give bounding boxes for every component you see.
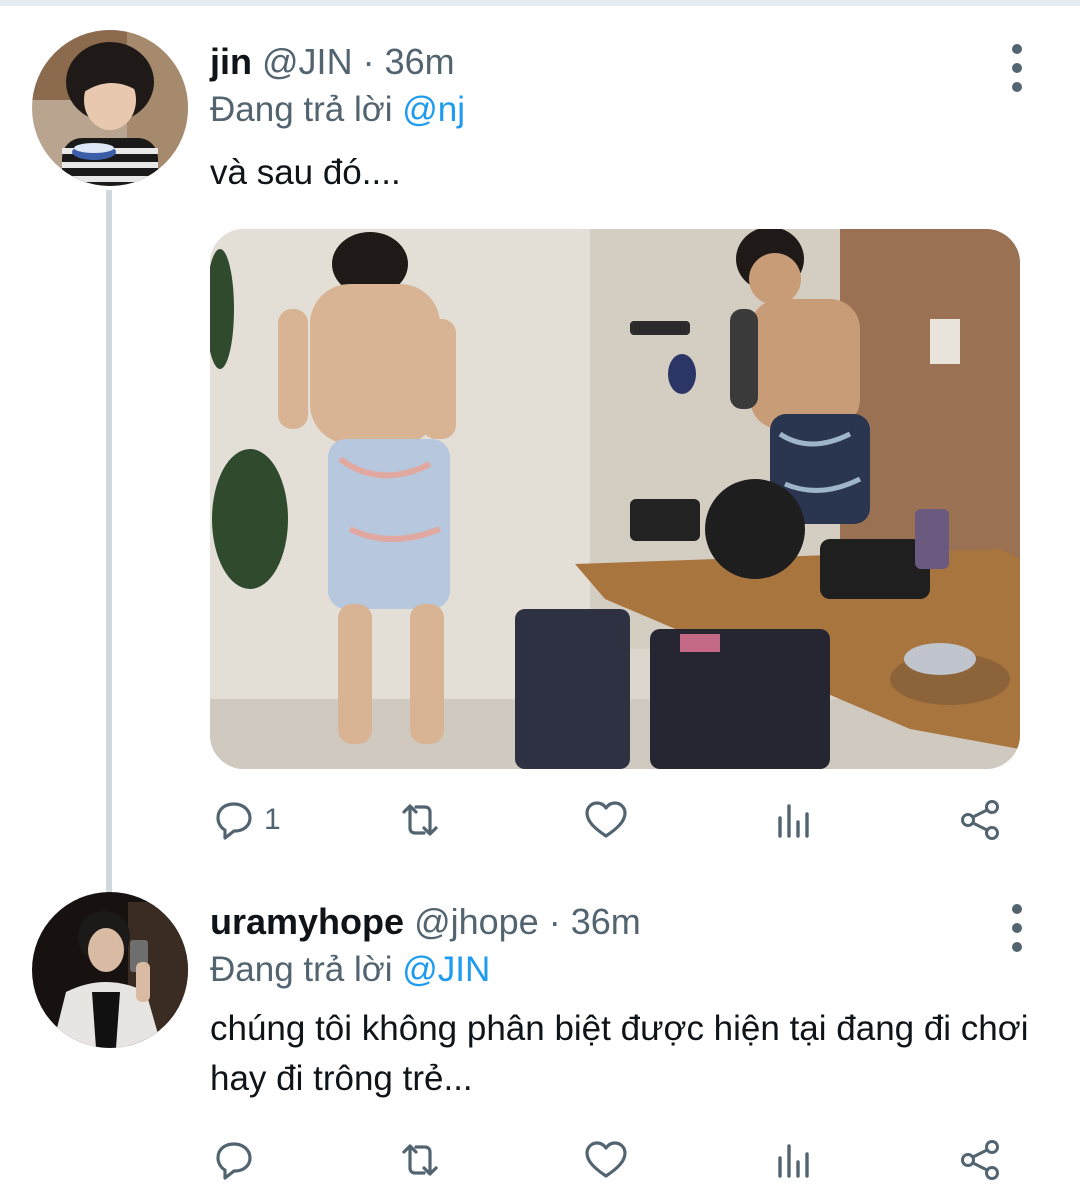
display-name[interactable]: uramyhope (210, 901, 404, 942)
timestamp[interactable]: 36m (385, 41, 455, 82)
tweet-text: và sau đó.... (210, 153, 401, 192)
heart-icon (585, 801, 627, 838)
user-handle[interactable]: @jhope (414, 901, 539, 942)
replying-prefix: Đang trả lời (210, 90, 393, 129)
replying-to: Đang trả lời @nj (210, 90, 465, 130)
timestamp[interactable]: 36m (571, 901, 641, 942)
mention-link[interactable]: @nj (402, 90, 465, 129)
tweet-media-photo[interactable] (210, 229, 1020, 769)
retweet-icon (402, 1144, 438, 1176)
analytics-icon (778, 804, 809, 838)
reply-icon (216, 1142, 252, 1180)
like-button[interactable] (582, 795, 636, 845)
mention-link[interactable]: @JIN (402, 950, 490, 989)
avatar[interactable] (32, 892, 188, 1048)
media-image (210, 229, 1020, 769)
top-divider (0, 0, 1080, 6)
thread-line (106, 190, 112, 910)
display-name[interactable]: jin (210, 41, 252, 82)
analytics-button[interactable] (770, 1135, 818, 1185)
separator-dot: · (548, 901, 561, 942)
tweet-text: chúng tôi không phân biệt được hiện tại … (210, 1009, 1029, 1098)
tweet[interactable]: uramyhope @jhope · 36m Đang trả lời @JIN… (0, 890, 1080, 1203)
replying-prefix: Đang trả lời (210, 950, 393, 989)
analytics-icon (778, 1144, 809, 1178)
tweet-header: uramyhope @jhope · 36m (210, 902, 641, 942)
avatar-photo (32, 892, 188, 1048)
retweet-button[interactable] (396, 795, 450, 845)
avatar[interactable] (32, 30, 188, 186)
retweet-button[interactable] (396, 1135, 450, 1185)
user-handle[interactable]: @JIN (262, 41, 353, 82)
share-button[interactable] (956, 1135, 1004, 1185)
tweet-actions (210, 1135, 1030, 1185)
replying-to: Đang trả lời @JIN (210, 950, 490, 990)
reply-count: 1 (264, 803, 281, 836)
share-icon (961, 1140, 999, 1180)
like-button[interactable] (582, 1135, 636, 1185)
more-vertical-icon[interactable] (1003, 902, 1031, 954)
tweet[interactable]: jin @JIN · 36m Đang trả lời @nj và sau đ… (0, 30, 1080, 910)
analytics-button[interactable] (770, 795, 818, 845)
reply-button[interactable]: 1 (210, 795, 281, 845)
share-icon (961, 800, 999, 840)
more-vertical-icon[interactable] (1003, 42, 1031, 94)
avatar-photo (32, 30, 188, 186)
tweet-header: jin @JIN · 36m (210, 42, 455, 82)
retweet-icon (402, 804, 438, 836)
reply-button[interactable] (210, 1135, 264, 1185)
share-button[interactable] (956, 795, 1004, 845)
heart-icon (585, 1141, 627, 1178)
reply-icon (216, 802, 252, 840)
separator-dot: · (362, 41, 375, 82)
tweet-actions: 1 (210, 795, 1030, 845)
